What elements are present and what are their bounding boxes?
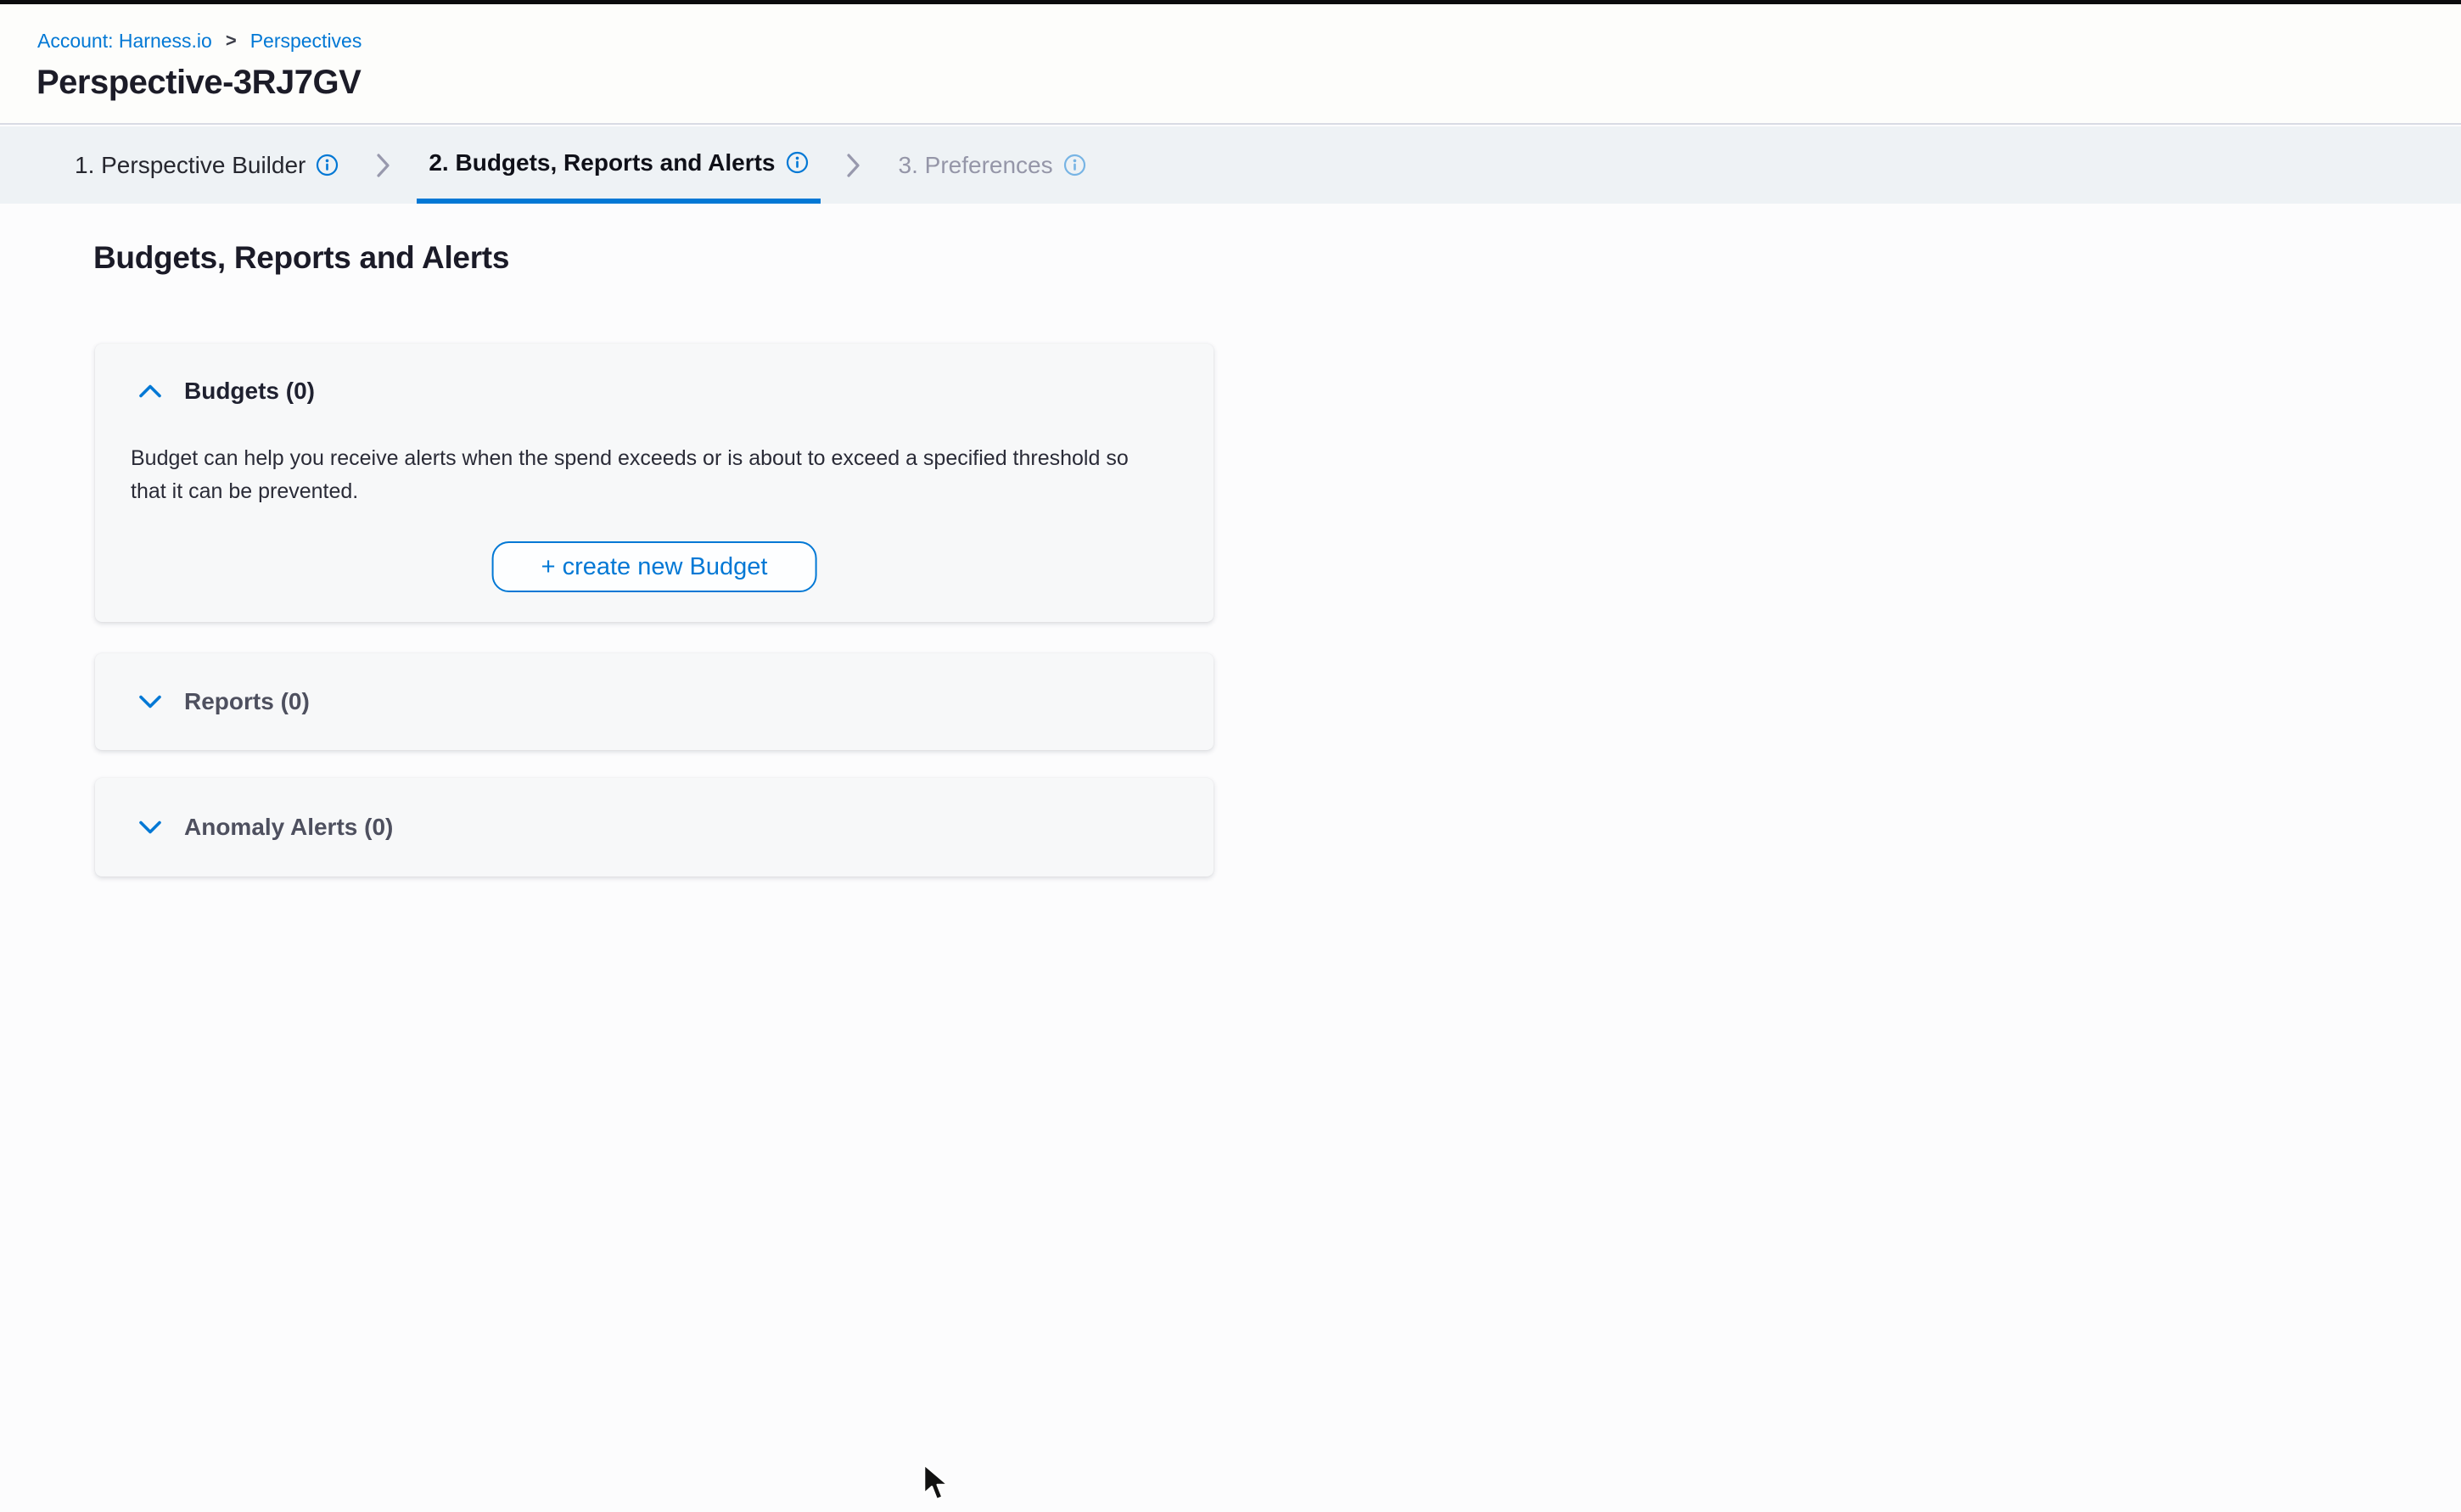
tab-label: 2. Budgets, Reports and Alerts — [429, 149, 775, 176]
section-heading: Budgets, Reports and Alerts — [93, 240, 509, 276]
budgets-description-line1: Budget can help you receive alerts when … — [131, 446, 1129, 470]
chevron-right-icon — [846, 153, 861, 178]
breadcrumb-account-link[interactable]: Account: Harness.io — [37, 28, 212, 53]
chevron-down-icon — [138, 820, 162, 835]
breadcrumb-separator: > — [224, 28, 238, 53]
anomaly-alerts-card: Anomaly Alerts (0) — [95, 778, 1214, 876]
reports-card: Reports (0) — [95, 653, 1214, 750]
tab-label: 1. Perspective Builder — [75, 152, 306, 179]
page-header: Account: Harness.io > Perspectives Persp… — [0, 4, 2461, 125]
budgets-description-line2: that it can be prevented. — [131, 479, 358, 503]
tab-perspective-builder[interactable]: 1. Perspective Builder — [63, 126, 350, 204]
tab-preferences[interactable]: 3. Preferences — [887, 126, 1098, 204]
budgets-card-title: Budgets (0) — [184, 378, 315, 405]
info-icon[interactable] — [786, 151, 809, 174]
budgets-collapse-toggle[interactable]: Budgets (0) — [138, 378, 315, 405]
create-new-budget-button[interactable]: + create new Budget — [492, 541, 817, 592]
mouse-cursor — [922, 1463, 952, 1504]
reports-card-title: Reports (0) — [184, 688, 310, 715]
app-screen: Account: Harness.io > Perspectives Persp… — [0, 0, 2461, 1512]
page-title: Perspective-3RJ7GV — [36, 64, 361, 102]
breadcrumb-perspectives-link[interactable]: Perspectives — [250, 28, 362, 53]
chevron-down-icon — [138, 694, 162, 709]
chevron-right-icon — [376, 153, 391, 178]
chevron-up-icon — [138, 384, 162, 399]
anomaly-alerts-card-title: Anomaly Alerts (0) — [184, 814, 393, 841]
budgets-description: Budget can help you receive alerts when … — [131, 442, 1129, 508]
tab-budgets-reports-alerts[interactable]: 2. Budgets, Reports and Alerts — [417, 126, 820, 204]
wizard-tabbar: 1. Perspective Builder 2. Budgets, Repor… — [0, 126, 2461, 204]
info-icon[interactable] — [316, 154, 339, 176]
reports-collapse-toggle[interactable]: Reports (0) — [95, 653, 1214, 750]
info-icon[interactable] — [1063, 154, 1086, 176]
budgets-card: Budgets (0) Budget can help you receive … — [95, 344, 1214, 622]
breadcrumb: Account: Harness.io > Perspectives — [37, 28, 362, 53]
anomaly-alerts-collapse-toggle[interactable]: Anomaly Alerts (0) — [95, 778, 1214, 876]
tab-label: 3. Preferences — [899, 152, 1053, 179]
